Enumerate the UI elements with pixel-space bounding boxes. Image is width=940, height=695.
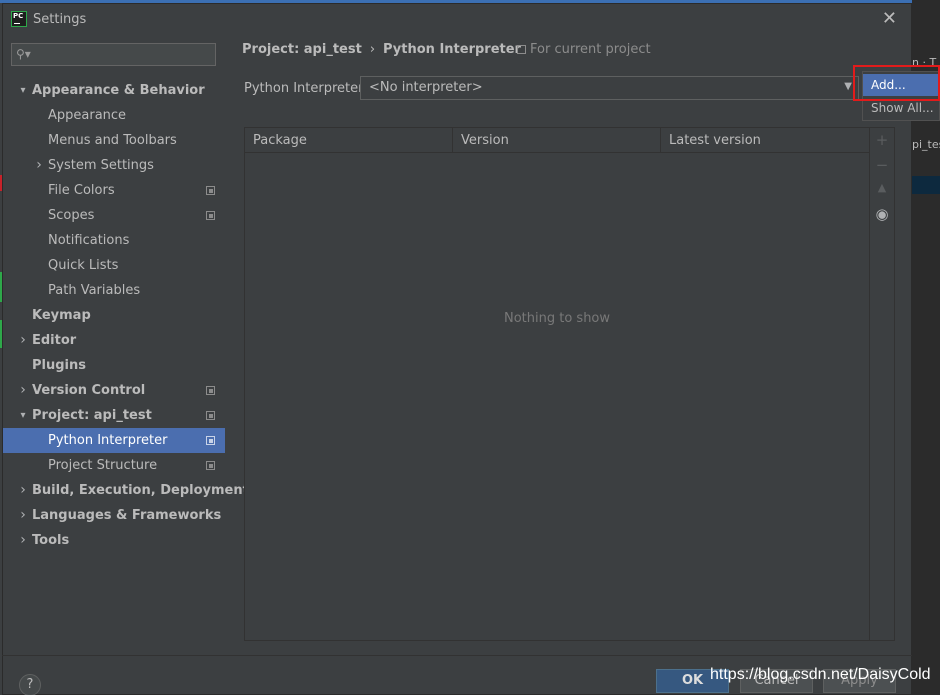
settings-tree: ▾ Appearance & Behavior Appearance Menus an… [3, 78, 249, 553]
project-settings-icon [206, 411, 215, 420]
background-selection [912, 176, 940, 194]
sidebar-item-quick-lists[interactable]: Quick Lists [3, 253, 225, 278]
sidebar-item-label: File Colors [48, 183, 115, 198]
sidebar-item-file-colors[interactable]: File Colors [3, 178, 225, 203]
sidebar-item-label: Appearance & Behavior [32, 83, 205, 98]
background-text-fragment: pi_tes [912, 138, 940, 151]
project-settings-icon [206, 186, 215, 195]
bottom-divider [2, 655, 912, 656]
project-settings-icon [206, 436, 215, 445]
chevron-down-icon[interactable]: ▾ [17, 403, 29, 428]
main-panel: Project: api_test › Python Interpreter For… [225, 34, 911, 656]
project-settings-icon [206, 386, 215, 395]
sidebar-item-label: System Settings [48, 158, 154, 173]
title-bar[interactable]: PC Settings ✕ [3, 4, 911, 34]
sidebar-item-label: Project: api_test [32, 408, 152, 423]
chevron-right-icon[interactable]: › [17, 478, 29, 503]
sidebar-item-label: Python Interpreter [48, 433, 168, 448]
sidebar-item-label: Languages & Frameworks [32, 508, 222, 523]
sidebar-item-label: Path Variables [48, 283, 141, 298]
settings-dialog: PC Settings ✕ ⚲▾ ▾ Appearance & Behavior A… [2, 3, 912, 695]
settings-sidebar: ⚲▾ ▾ Appearance & Behavior Appearance Menus… [3, 34, 249, 656]
chevron-right-icon[interactable]: › [17, 328, 29, 353]
close-icon[interactable]: ✕ [882, 8, 897, 29]
sidebar-item-path-variables[interactable]: Path Variables [3, 278, 225, 303]
sidebar-item-label: Notifications [48, 233, 130, 248]
sidebar-item-system-settings[interactable]: › System Settings [3, 153, 225, 178]
package-toolbar: + − ▲ ◉ [870, 127, 895, 641]
interpreter-label: Python Interpreter: [244, 81, 368, 96]
sidebar-item-editor[interactable]: › Editor [3, 328, 225, 353]
chevron-right-icon[interactable]: › [33, 153, 45, 178]
sidebar-item-label: Version Control [32, 383, 146, 398]
sidebar-item-label: Build, Execution, Deployment [32, 483, 249, 498]
add-package-icon[interactable]: + [870, 131, 894, 149]
sidebar-item-menus-and-toolbars[interactable]: Menus and Toolbars [3, 128, 225, 153]
chevron-right-icon[interactable]: › [17, 528, 29, 553]
sidebar-item-version-control[interactable]: › Version Control [3, 378, 225, 403]
sidebar-item-label: Keymap [32, 308, 91, 323]
search-icon: ⚲▾ [16, 47, 31, 61]
column-header-version[interactable]: Version [453, 128, 661, 153]
sidebar-item-label: Quick Lists [48, 258, 119, 273]
breadcrumb-separator: › [369, 42, 376, 57]
sidebar-item-scopes[interactable]: Scopes [3, 203, 225, 228]
sidebar-item-languages-frameworks[interactable]: › Languages & Frameworks [3, 503, 225, 528]
breadcrumb: Project: api_test › Python Interpreter [242, 42, 521, 57]
chevron-down-icon[interactable]: ▼ [844, 81, 852, 92]
scope-note: For current project [517, 42, 651, 57]
interpreter-select[interactable]: <No interpreter> ▼ [360, 76, 859, 100]
sidebar-item-python-interpreter[interactable]: Python Interpreter [3, 428, 225, 453]
sidebar-item-build-execution-deployment[interactable]: › Build, Execution, Deployment [3, 478, 249, 503]
project-settings-icon [206, 211, 215, 220]
column-header-latest-version[interactable]: Latest version [661, 128, 869, 153]
sidebar-item-label: Menus and Toolbars [48, 133, 177, 148]
sidebar-item-notifications[interactable]: Notifications [3, 228, 225, 253]
project-scope-icon [517, 45, 526, 54]
empty-table-message: Nothing to show [503, 311, 611, 326]
breadcrumb-page: Python Interpreter [383, 42, 521, 57]
interpreter-select-value: <No interpreter> [369, 80, 483, 95]
sidebar-item-appearance[interactable]: Appearance [3, 103, 225, 128]
window-title: Settings [33, 12, 87, 27]
chevron-down-icon[interactable]: ▾ [17, 78, 29, 103]
sidebar-item-label: Editor [32, 333, 77, 348]
chevron-right-icon[interactable]: › [17, 378, 29, 403]
sidebar-item-label: Scopes [48, 208, 95, 223]
sidebar-item-appearance-behavior[interactable]: ▾ Appearance & Behavior [3, 78, 225, 103]
search-input[interactable]: ⚲▾ [11, 43, 216, 66]
sidebar-item-label: Tools [32, 533, 70, 548]
sidebar-item-tools[interactable]: › Tools [3, 528, 225, 553]
remove-package-icon[interactable]: − [870, 156, 894, 174]
packages-table-header: Package Version Latest version [245, 128, 869, 153]
project-settings-icon [206, 461, 215, 470]
sidebar-item-label: Plugins [32, 358, 86, 373]
sidebar-item-label: Project Structure [48, 458, 158, 473]
sidebar-item-plugins[interactable]: Plugins [3, 353, 225, 378]
annotation-highlight-box [853, 65, 940, 101]
eye-icon[interactable]: ◉ [870, 205, 894, 223]
sidebar-item-project-structure[interactable]: Project Structure [3, 453, 225, 478]
scope-note-text: For current project [530, 42, 651, 57]
chevron-right-icon[interactable]: › [17, 503, 29, 528]
pycharm-app-icon: PC [11, 11, 27, 27]
help-button[interactable]: ? [19, 674, 41, 695]
sidebar-item-label: Appearance [48, 108, 127, 123]
upgrade-package-icon[interactable]: ▲ [870, 181, 894, 194]
watermark: https://blog.csdn.net/DaisyCold [710, 666, 931, 683]
sidebar-item-keymap[interactable]: Keymap [3, 303, 225, 328]
column-header-package[interactable]: Package [245, 128, 453, 153]
sidebar-item-project-api-test[interactable]: ▾ Project: api_test [3, 403, 225, 428]
packages-table[interactable]: Package Version Latest version Nothing t… [244, 127, 870, 641]
breadcrumb-project: Project: api_test [242, 42, 362, 57]
